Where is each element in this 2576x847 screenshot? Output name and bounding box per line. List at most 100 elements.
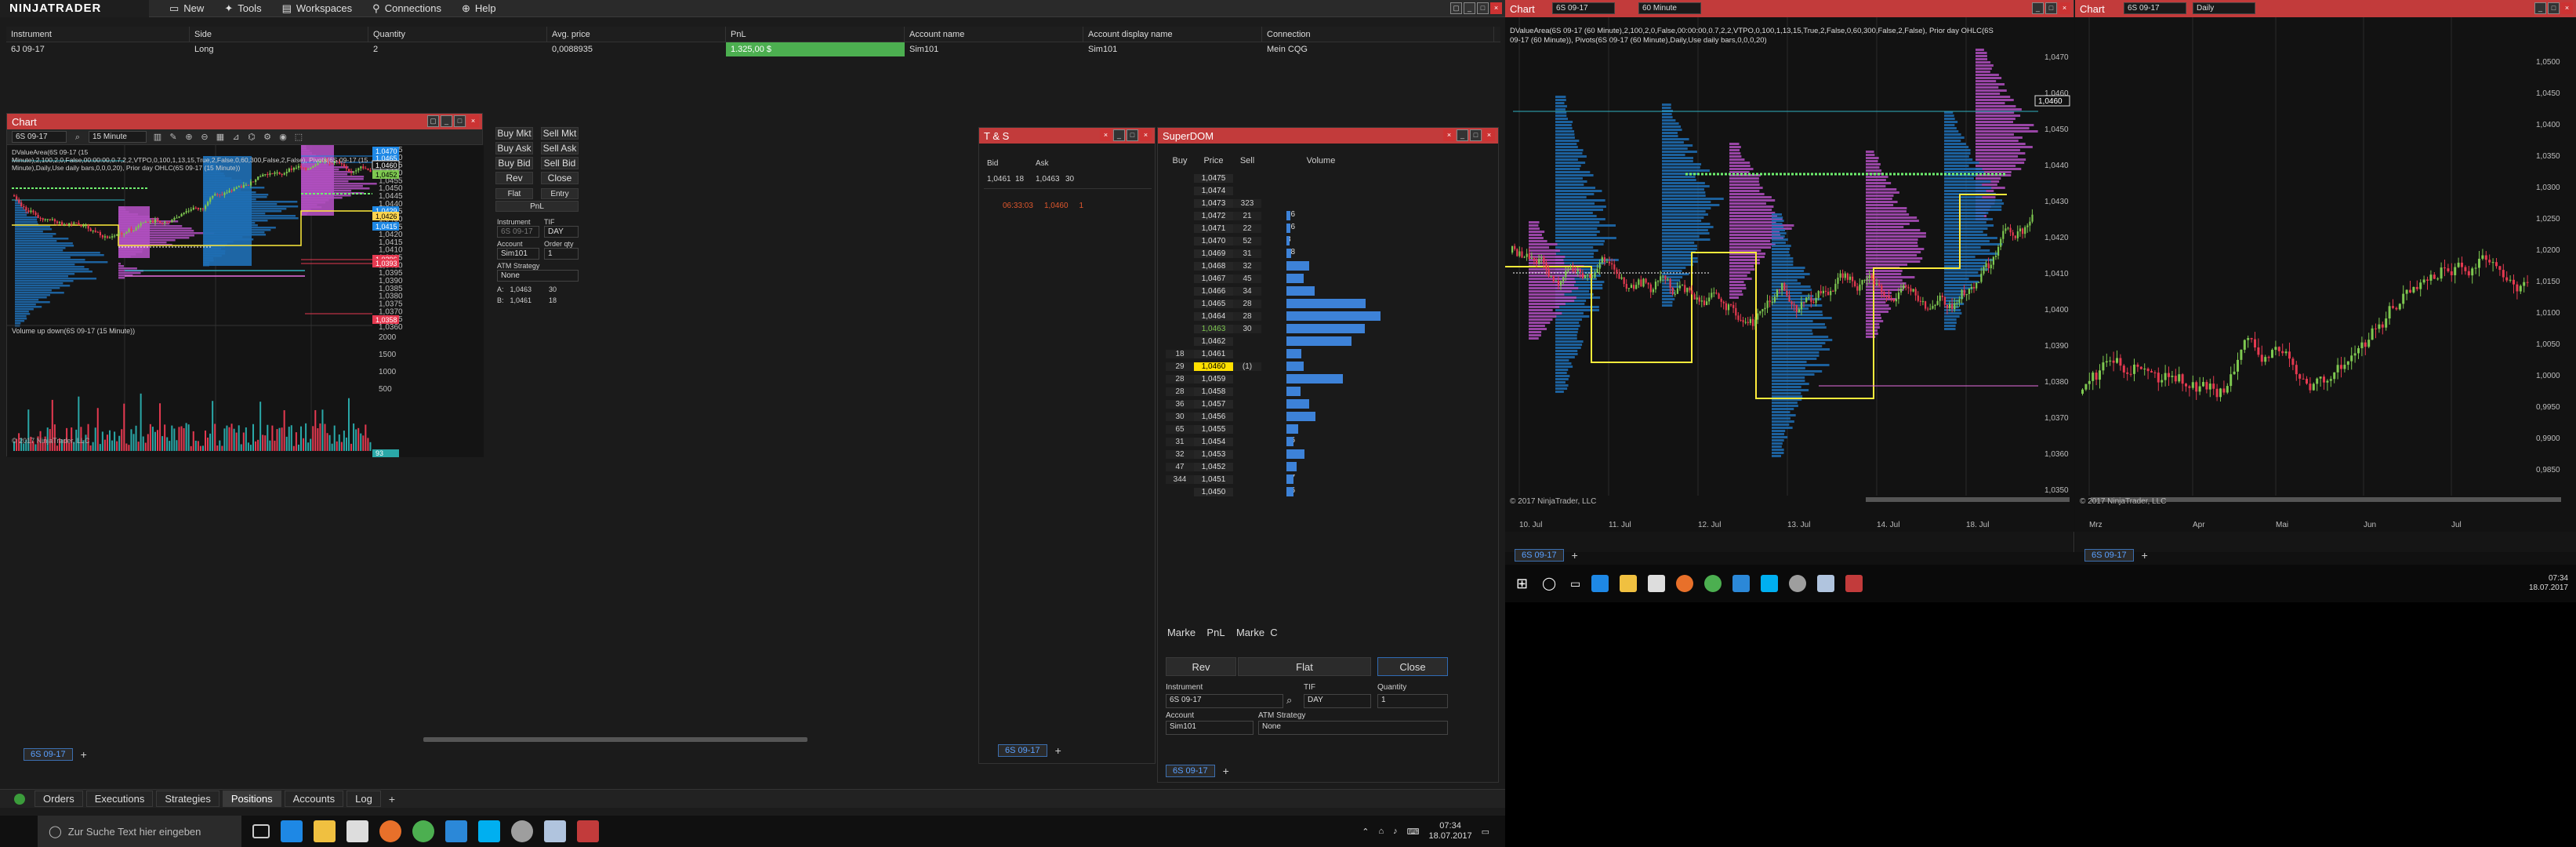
- buy-bid-button[interactable]: Buy Bid: [495, 157, 533, 169]
- dom-sell-cell[interactable]: 32: [1233, 261, 1261, 271]
- maximize-icon[interactable]: □: [1477, 2, 1489, 14]
- chart-scrollbar[interactable]: [423, 737, 807, 742]
- dom-buy-cell[interactable]: 31: [1166, 437, 1194, 446]
- maximize-icon[interactable]: □: [1127, 129, 1138, 141]
- column-header[interactable]: Connection: [1262, 27, 1494, 42]
- daily-instrument-selector[interactable]: 6S 09-17: [2124, 2, 2186, 14]
- menu-help[interactable]: ⊕ Help: [462, 2, 496, 15]
- menu-workspaces[interactable]: ▤ Workspaces: [282, 2, 353, 15]
- dom-row[interactable]: 1,046931 18: [1166, 247, 1482, 260]
- restore-icon[interactable]: ▢: [427, 115, 439, 127]
- dom-row[interactable]: 321,0453 67: [1166, 448, 1482, 460]
- dom-price-cell[interactable]: 1,0455: [1194, 424, 1233, 434]
- ninjatrader-taskbar-icon[interactable]: [1845, 575, 1863, 592]
- search-icon[interactable]: ◯: [1542, 576, 1556, 591]
- chrome-icon[interactable]: [412, 820, 434, 842]
- superdom-flat-button[interactable]: Flat: [1238, 657, 1371, 676]
- dom-row[interactable]: 1,0474: [1166, 184, 1482, 197]
- dom-row[interactable]: 361,0457 86: [1166, 398, 1482, 410]
- close-icon[interactable]: ×: [2059, 2, 2070, 14]
- edge-browser-icon[interactable]: [281, 820, 303, 842]
- dom-row[interactable]: 1,0475: [1166, 172, 1482, 184]
- skype-icon[interactable]: [478, 820, 500, 842]
- dom-sell-cell[interactable]: (1): [1233, 362, 1261, 371]
- dom-row[interactable]: 291,0460(1) 64: [1166, 360, 1482, 373]
- dom-buy-cell[interactable]: 47: [1166, 462, 1194, 471]
- volume-icon[interactable]: ♪: [1393, 827, 1398, 836]
- chart-trader-icon[interactable]: ◉: [278, 133, 288, 142]
- zoom-out-icon[interactable]: ⊖: [200, 133, 209, 142]
- dom-price-cell[interactable]: 1,0462: [1194, 336, 1233, 346]
- dom-buy-cell[interactable]: 28: [1166, 387, 1194, 396]
- search-icon[interactable]: ⌕: [73, 133, 82, 142]
- add-tab-icon[interactable]: +: [1572, 549, 1578, 562]
- sd-account-select[interactable]: Sim101: [1166, 721, 1254, 735]
- minimize-icon[interactable]: _: [2534, 2, 2546, 14]
- dom-row[interactable]: 1,0462 246: [1166, 335, 1482, 347]
- restore-icon[interactable]: ▢: [1450, 2, 1462, 14]
- dom-price-cell[interactable]: 1,0450: [1194, 487, 1233, 496]
- store-icon[interactable]: [346, 820, 368, 842]
- account-select[interactable]: Sim101: [497, 248, 539, 260]
- sell-ask-button[interactable]: Sell Ask: [541, 142, 579, 154]
- minimize-icon[interactable]: _: [1113, 129, 1125, 141]
- order-qty-stepper[interactable]: 1: [544, 248, 579, 260]
- dom-sell-cell[interactable]: 323: [1233, 198, 1261, 208]
- dom-row[interactable]: 1,047052 8: [1166, 234, 1482, 247]
- right-clock[interactable]: 07:34 18.07.2017: [2529, 574, 2568, 593]
- tab-6s-0917[interactable]: 6S 09-17: [1515, 549, 1564, 562]
- dom-row[interactable]: 181,0461 56: [1166, 347, 1482, 360]
- close-icon[interactable]: ×: [467, 115, 479, 127]
- table-row[interactable]: 6J 09-17 Long 2 0,0088935 1.325,00 $ Sim101 Si…: [6, 42, 1500, 56]
- keyboard-icon[interactable]: ⌨: [1407, 827, 1420, 837]
- dom-row[interactable]: 3441,0451 27: [1166, 473, 1482, 485]
- instrument-selector[interactable]: 6S 09-17: [12, 131, 67, 143]
- footer-market-buy[interactable]: Marke: [1166, 627, 1197, 638]
- hourly-interval-selector[interactable]: 60 Minute: [1638, 2, 1701, 14]
- maximize-icon[interactable]: □: [2548, 2, 2560, 14]
- add-tab-icon[interactable]: +: [81, 748, 87, 761]
- superdom-ladder[interactable]: 1,0475 1,0474 1,0473 323 1,0472 21 16 1,0471 22 1…: [1166, 172, 1482, 623]
- tray-chevron-icon[interactable]: ⌃: [1362, 827, 1369, 837]
- dom-row[interactable]: 1,046634 108: [1166, 285, 1482, 297]
- maximize-icon[interactable]: □: [1470, 129, 1482, 141]
- strategies-icon[interactable]: ⌬: [247, 133, 256, 142]
- sd-instrument-select[interactable]: 6S 09-17: [1166, 694, 1283, 708]
- snapshot-icon[interactable]: ⬚: [294, 133, 303, 142]
- tab-positions[interactable]: Positions: [222, 791, 281, 807]
- close-position-button[interactable]: Close: [541, 172, 579, 184]
- ninjatrader-taskbar-icon[interactable]: [577, 820, 599, 842]
- footer-market-sell[interactable]: Marke: [1235, 627, 1266, 638]
- daily-interval-selector[interactable]: Daily: [2193, 2, 2255, 14]
- dom-sell-cell[interactable]: 22: [1233, 224, 1261, 233]
- file-explorer-icon[interactable]: [1620, 575, 1638, 592]
- network-tool-icon[interactable]: [511, 820, 533, 842]
- dom-row[interactable]: 281,0458 52: [1166, 385, 1482, 398]
- minimize-icon[interactable]: _: [1457, 129, 1468, 141]
- dom-sell-cell[interactable]: 45: [1233, 274, 1261, 283]
- dom-price-cell[interactable]: 1,0457: [1194, 399, 1233, 409]
- column-header[interactable]: PnL: [726, 27, 905, 42]
- dom-row[interactable]: 1,046528 299: [1166, 297, 1482, 310]
- dom-row[interactable]: 1,0473 323: [1166, 197, 1482, 209]
- hourly-chart-canvas[interactable]: 10. Jul 11. Jul 12. Jul 13. Jul 14. Jul 18. J…: [1505, 17, 2074, 532]
- dom-price-cell[interactable]: 1,0456: [1194, 412, 1233, 421]
- bar-type-icon[interactable]: ▥: [153, 133, 162, 142]
- clock[interactable]: 07:34 18.07.2017: [1429, 821, 1472, 842]
- firefox-icon[interactable]: [379, 820, 401, 842]
- dom-price-cell[interactable]: 1,0467: [1194, 274, 1233, 283]
- dom-row[interactable]: 1,0471 22 16: [1166, 222, 1482, 234]
- store-icon[interactable]: [1648, 575, 1666, 592]
- dom-sell-cell[interactable]: 30: [1233, 324, 1261, 333]
- column-header[interactable]: Side: [190, 27, 368, 42]
- dom-sell-cell[interactable]: 28: [1233, 299, 1261, 308]
- atm-strategy-select[interactable]: None: [497, 270, 579, 282]
- notifications-icon[interactable]: ▭: [1482, 827, 1489, 837]
- dom-sell-cell[interactable]: 31: [1233, 249, 1261, 258]
- tab-6s-0917[interactable]: 6S 09-17: [24, 748, 73, 761]
- zoom-in-icon[interactable]: ⊕: [184, 133, 194, 142]
- tab-strategies[interactable]: Strategies: [156, 791, 220, 807]
- edge-browser-icon[interactable]: [1591, 575, 1609, 592]
- tab-log[interactable]: Log: [346, 791, 381, 807]
- skype-icon[interactable]: [1761, 575, 1779, 592]
